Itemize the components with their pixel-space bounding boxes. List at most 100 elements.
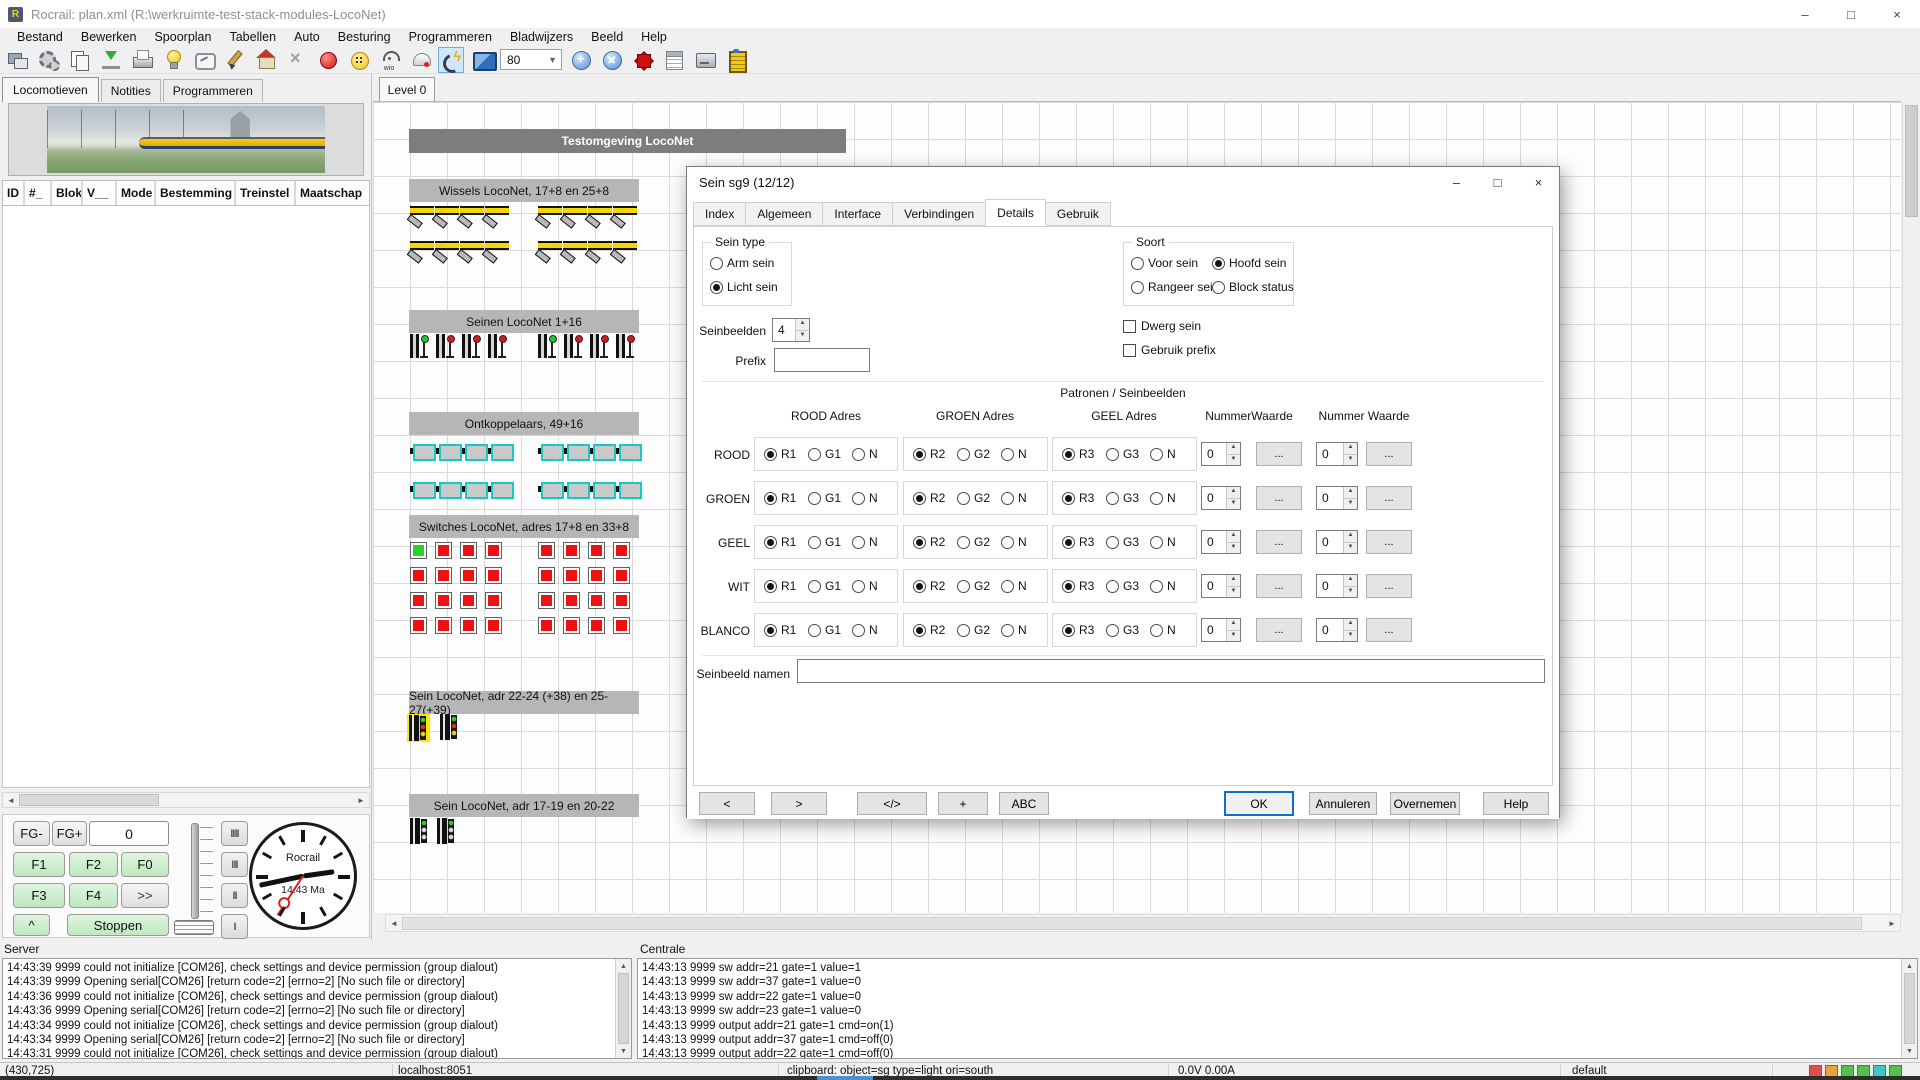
- radio-n1[interactable]: N: [852, 535, 896, 549]
- tab-interface[interactable]: Interface: [822, 202, 893, 226]
- radio-r3[interactable]: R3: [1062, 535, 1106, 549]
- ontkoppelaars-label[interactable]: Ontkoppelaars, 49+16: [409, 412, 639, 435]
- more-button-1[interactable]: ...: [1256, 442, 1302, 466]
- sein-symbol[interactable]: [410, 818, 427, 844]
- wissel-symbol[interactable]: [538, 241, 562, 259]
- xml-button[interactable]: </>: [857, 792, 927, 815]
- switch-output-symbol[interactable]: [588, 542, 605, 559]
- spin-down-icon[interactable]: ▼: [1227, 631, 1240, 642]
- ontkoppelaar-symbol[interactable]: [564, 481, 590, 497]
- col-v[interactable]: V__: [83, 181, 117, 205]
- wissel-symbol[interactable]: [613, 206, 637, 224]
- ontkoppelaar-symbol[interactable]: [590, 443, 616, 459]
- spinner-arrows[interactable]: ▲▼: [1343, 443, 1357, 465]
- spin-up-icon[interactable]: ▲: [1227, 487, 1240, 499]
- sein-symbol[interactable]: [590, 333, 608, 360]
- spinner-arrows[interactable]: ▲▼: [1343, 531, 1357, 553]
- more-button-2[interactable]: ...: [1366, 618, 1412, 642]
- dialog-title-bar[interactable]: Sein sg9 (12/12) – □ ×: [687, 167, 1559, 197]
- sein-symbol[interactable]: [564, 333, 582, 360]
- scroll-left-icon[interactable]: ◄: [3, 793, 19, 807]
- spinner-arrows[interactable]: ▲▼: [1343, 619, 1357, 641]
- spin-down-icon[interactable]: ▼: [1344, 455, 1357, 466]
- radio-g3[interactable]: G3: [1106, 623, 1150, 637]
- spin-up-icon[interactable]: ▲: [1227, 619, 1240, 631]
- radio-r2[interactable]: R2: [913, 535, 957, 549]
- spin-down-icon[interactable]: ▼: [1227, 499, 1240, 510]
- switch-output-symbol[interactable]: [460, 617, 477, 634]
- maximize-icon[interactable]: □: [1828, 0, 1874, 28]
- sein-sg9-symbol[interactable]: [409, 715, 426, 741]
- radio-n2[interactable]: N: [1001, 579, 1045, 593]
- properties-button[interactable]: [35, 47, 61, 73]
- spin-down-icon[interactable]: ▼: [1344, 499, 1357, 510]
- cancel-button[interactable]: Annuleren: [1309, 792, 1377, 815]
- scroll-thumb[interactable]: [19, 794, 159, 806]
- power-button[interactable]: [438, 47, 464, 73]
- radio-g2[interactable]: G2: [957, 623, 1001, 637]
- wissel-symbol[interactable]: [410, 206, 434, 224]
- server-log-scrollbar[interactable]: ▲ ▼: [615, 959, 631, 1058]
- nummer-waarde-spinner-2[interactable]: 0 ▲▼: [1316, 574, 1358, 598]
- switch-output-symbol[interactable]: [435, 542, 452, 559]
- centrale-log[interactable]: 14:43:13 9999 sw addr=21 gate=1 value=11…: [637, 958, 1918, 1059]
- radio-n3[interactable]: N: [1150, 535, 1194, 549]
- col-mode[interactable]: Mode: [117, 181, 156, 205]
- col-id[interactable]: ID: [3, 181, 25, 205]
- nummer-waarde-spinner-2[interactable]: 0 ▲▼: [1316, 442, 1358, 466]
- scroll-down-icon[interactable]: ▼: [1902, 1045, 1918, 1057]
- radio-n2[interactable]: N: [1001, 491, 1045, 505]
- level-4-button[interactable]: IIII: [221, 821, 248, 846]
- apply-button[interactable]: Overnemen: [1390, 792, 1460, 815]
- spin-down-icon[interactable]: ▼: [1227, 587, 1240, 598]
- menu-auto[interactable]: Auto: [285, 30, 329, 44]
- ontkoppelaar-symbol[interactable]: [436, 481, 462, 497]
- switch-output-symbol[interactable]: [563, 592, 580, 609]
- radio-g1[interactable]: G1: [808, 623, 852, 637]
- radio-n1[interactable]: N: [852, 491, 896, 505]
- sein-symbol[interactable]: [538, 333, 556, 360]
- more-button-2[interactable]: ...: [1366, 486, 1412, 510]
- wissel-symbol[interactable]: [563, 241, 587, 259]
- radio-r3[interactable]: R3: [1062, 447, 1106, 461]
- radio-g1[interactable]: G1: [808, 447, 852, 461]
- menu-programmeren[interactable]: Programmeren: [400, 30, 501, 44]
- tab-details[interactable]: Details: [985, 199, 1046, 226]
- scroll-thumb[interactable]: [1904, 973, 1915, 1044]
- switch-output-symbol[interactable]: [485, 617, 502, 634]
- more-button-1[interactable]: ...: [1256, 574, 1302, 598]
- spin-up-icon[interactable]: ▲: [1227, 575, 1240, 587]
- scroll-right-icon[interactable]: ►: [353, 793, 369, 807]
- radio-r1[interactable]: R1: [764, 579, 808, 593]
- switch-output-symbol[interactable]: [485, 592, 502, 609]
- switch-output-symbol[interactable]: [485, 542, 502, 559]
- ontkoppelaar-symbol[interactable]: [410, 481, 436, 497]
- radio-g3[interactable]: G3: [1106, 535, 1150, 549]
- scroll-down-icon[interactable]: ▼: [616, 1045, 632, 1057]
- menu-spoorplan[interactable]: Spoorplan: [145, 30, 220, 44]
- dome-button[interactable]: [407, 47, 433, 73]
- wissel-symbol[interactable]: [588, 206, 612, 224]
- spin-down-icon[interactable]: ▼: [1227, 455, 1240, 466]
- f3-button[interactable]: F3: [13, 883, 65, 908]
- more-button-1[interactable]: ...: [1256, 618, 1302, 642]
- next-functions-button[interactable]: >>: [121, 883, 169, 908]
- switch-output-symbol[interactable]: [538, 592, 555, 609]
- switch-output-symbol[interactable]: [588, 617, 605, 634]
- switch-output-symbol[interactable]: [613, 542, 630, 559]
- switch-output-symbol[interactable]: [588, 592, 605, 609]
- gebruik-prefix-checkbox[interactable]: Gebruik prefix: [1123, 343, 1216, 357]
- radio-r2[interactable]: R2: [913, 623, 957, 637]
- radio-n3[interactable]: N: [1150, 491, 1194, 505]
- minimize-icon[interactable]: –: [1782, 0, 1828, 28]
- fg-plus-button[interactable]: FG+: [52, 821, 87, 846]
- wissel-symbol[interactable]: [563, 206, 587, 224]
- sein-symbol[interactable]: [462, 333, 480, 360]
- switch-output-symbol[interactable]: [613, 617, 630, 634]
- radio-g2[interactable]: G2: [957, 491, 1001, 505]
- wissel-symbol[interactable]: [435, 241, 459, 259]
- nummer-waarde-spinner-1[interactable]: 0 ▲▼: [1201, 618, 1241, 642]
- nummer-waarde-spinner-2[interactable]: 0 ▲▼: [1316, 530, 1358, 554]
- sein-17-label[interactable]: Sein LocoNet, adr 17-19 en 20-22: [409, 794, 639, 817]
- prev-button[interactable]: <: [699, 792, 755, 815]
